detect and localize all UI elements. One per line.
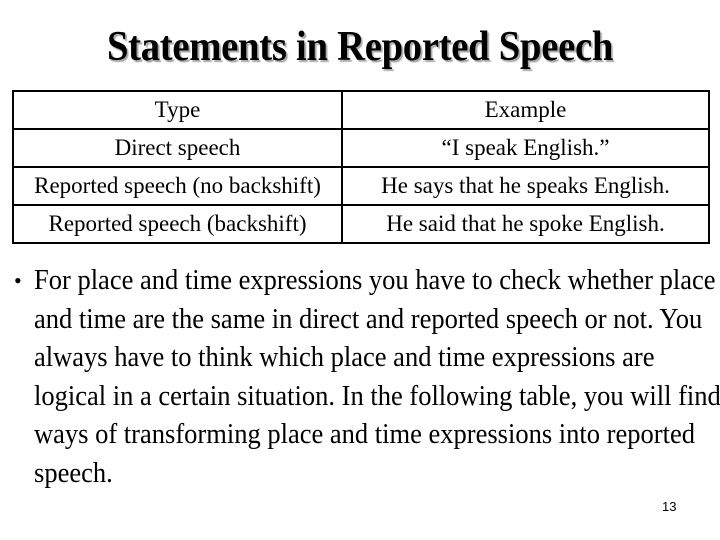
example-cell: He said that he spoke English. xyxy=(341,204,710,244)
example-cell: “I speak English.” xyxy=(341,128,710,168)
slide-title: Statements in Reported Speech xyxy=(106,24,614,70)
header-type: Type xyxy=(12,90,343,130)
type-cell: Reported speech (no backshift) xyxy=(12,166,343,206)
table-row: Reported speech (no backshift) He says t… xyxy=(12,166,710,206)
table-row: Reported speech (backshift) He said that… xyxy=(12,204,710,244)
type-cell: Reported speech (backshift) xyxy=(12,204,343,244)
header-example: Example xyxy=(341,90,710,130)
page-number: 13 xyxy=(662,499,677,514)
bullet-paragraph: • For place and time expressions you hav… xyxy=(14,262,720,493)
type-cell: Direct speech xyxy=(12,128,343,168)
bullet-icon: • xyxy=(14,268,22,293)
table-header-row: Type Example xyxy=(12,90,710,130)
example-cell: He says that he speaks English. xyxy=(341,166,710,206)
table-row: Direct speech “I speak English.” xyxy=(12,128,710,168)
bullet-text: For place and time expressions you have … xyxy=(34,265,720,489)
reported-speech-table: Type Example Direct speech “I speak Engl… xyxy=(12,90,710,244)
